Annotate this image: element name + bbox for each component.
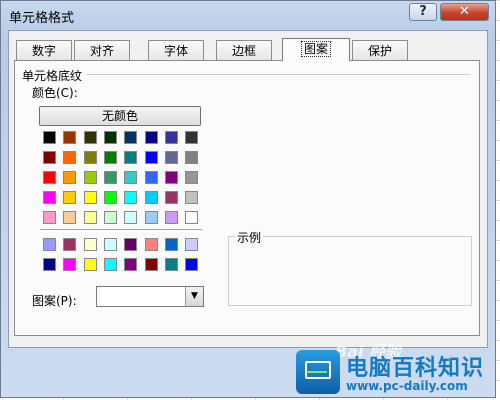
watermark-url: www.pc-daily.com: [346, 379, 468, 393]
pattern-label: 图案(P):: [32, 294, 77, 308]
color-swatch[interactable]: [124, 171, 138, 184]
color-swatch[interactable]: [164, 211, 178, 224]
cell-shading-group-label: 单元格底纹: [22, 69, 83, 83]
color-swatch[interactable]: [124, 211, 138, 224]
color-swatch[interactable]: [43, 258, 56, 271]
color-swatch[interactable]: [164, 238, 178, 251]
color-swatch[interactable]: [185, 131, 199, 144]
palette-separator: [40, 229, 202, 230]
tab-protection[interactable]: 保护: [352, 40, 408, 60]
color-swatch[interactable]: [63, 211, 77, 224]
color-label: 颜色(C):: [32, 86, 78, 100]
color-swatch[interactable]: [83, 171, 97, 184]
color-swatch[interactable]: [63, 131, 77, 144]
color-swatch[interactable]: [103, 211, 117, 224]
title-bar[interactable]: 单元格格式 ? ✕: [1, 1, 495, 29]
color-swatch[interactable]: [83, 238, 97, 251]
color-swatch[interactable]: [103, 258, 117, 271]
color-swatch[interactable]: [144, 211, 158, 224]
color-swatch[interactable]: [83, 211, 97, 224]
color-swatch[interactable]: [83, 191, 97, 204]
close-button[interactable]: ✕: [440, 3, 489, 21]
pulse-wave-icon: [307, 365, 327, 373]
site-watermark: 电脑百科知识 www.pc-daily.com: [296, 346, 500, 400]
color-swatch[interactable]: [185, 211, 199, 224]
dialog-title: 单元格格式: [9, 11, 75, 26]
color-swatch[interactable]: [144, 151, 158, 164]
color-swatch[interactable]: [103, 151, 117, 164]
color-swatch[interactable]: [43, 131, 56, 144]
color-swatch[interactable]: [43, 191, 56, 204]
color-swatch[interactable]: [103, 238, 117, 251]
color-swatch[interactable]: [43, 238, 56, 251]
group-divider: [86, 74, 470, 75]
color-swatch[interactable]: [164, 151, 178, 164]
color-swatch[interactable]: [63, 191, 77, 204]
color-swatch[interactable]: [185, 238, 199, 251]
no-color-button[interactable]: 无颜色: [39, 106, 201, 126]
color-swatch[interactable]: [103, 191, 117, 204]
tab-patterns[interactable]: 图案: [282, 38, 350, 61]
color-swatch[interactable]: [103, 131, 117, 144]
color-swatch[interactable]: [164, 131, 178, 144]
color-swatch[interactable]: [63, 258, 77, 271]
color-swatch[interactable]: [43, 151, 56, 164]
color-swatch[interactable]: [83, 151, 97, 164]
color-swatch[interactable]: [43, 211, 56, 224]
color-swatch[interactable]: [144, 131, 158, 144]
color-swatch[interactable]: [63, 238, 77, 251]
tab-label: 数字: [31, 44, 56, 58]
color-swatch[interactable]: [144, 191, 158, 204]
color-swatch[interactable]: [185, 171, 199, 184]
tab-border[interactable]: 边框: [216, 40, 272, 60]
color-swatch[interactable]: [83, 131, 97, 144]
color-swatch[interactable]: [144, 238, 158, 251]
color-swatch[interactable]: [164, 191, 178, 204]
color-swatch[interactable]: [164, 258, 178, 271]
tab-label: 保护: [367, 44, 392, 58]
sample-label: 示例: [235, 229, 264, 246]
color-swatch[interactable]: [185, 151, 199, 164]
watermark-title: 电脑百科知识: [346, 356, 485, 381]
color-swatch[interactable]: [164, 171, 178, 184]
tab-label: 图案: [300, 41, 332, 57]
color-swatch[interactable]: [124, 238, 138, 251]
color-swatch[interactable]: [124, 151, 138, 164]
tab-number[interactable]: 数字: [16, 40, 72, 60]
tab-font[interactable]: 字体: [148, 40, 204, 60]
color-swatch[interactable]: [103, 171, 117, 184]
help-button[interactable]: ?: [409, 3, 437, 21]
tab-label: 对齐: [89, 44, 114, 58]
color-swatch[interactable]: [124, 258, 138, 271]
tab-label: 边框: [231, 44, 256, 58]
color-swatch[interactable]: [83, 258, 97, 271]
color-swatch[interactable]: [43, 171, 56, 184]
color-swatch[interactable]: [185, 191, 199, 204]
color-swatch[interactable]: [63, 151, 77, 164]
color-swatch[interactable]: [144, 171, 158, 184]
chevron-down-icon[interactable]: ▼: [185, 287, 203, 306]
pattern-dropdown[interactable]: ▼: [96, 286, 204, 307]
monitor-logo-icon: [296, 350, 340, 394]
sample-preview: [228, 236, 472, 306]
color-swatch[interactable]: [185, 258, 199, 271]
color-swatch[interactable]: [144, 258, 158, 271]
color-swatch[interactable]: [124, 191, 138, 204]
tab-alignment[interactable]: 对齐: [74, 40, 130, 60]
tab-label: 字体: [163, 44, 188, 58]
color-swatch[interactable]: [124, 131, 138, 144]
color-swatch[interactable]: [63, 171, 77, 184]
